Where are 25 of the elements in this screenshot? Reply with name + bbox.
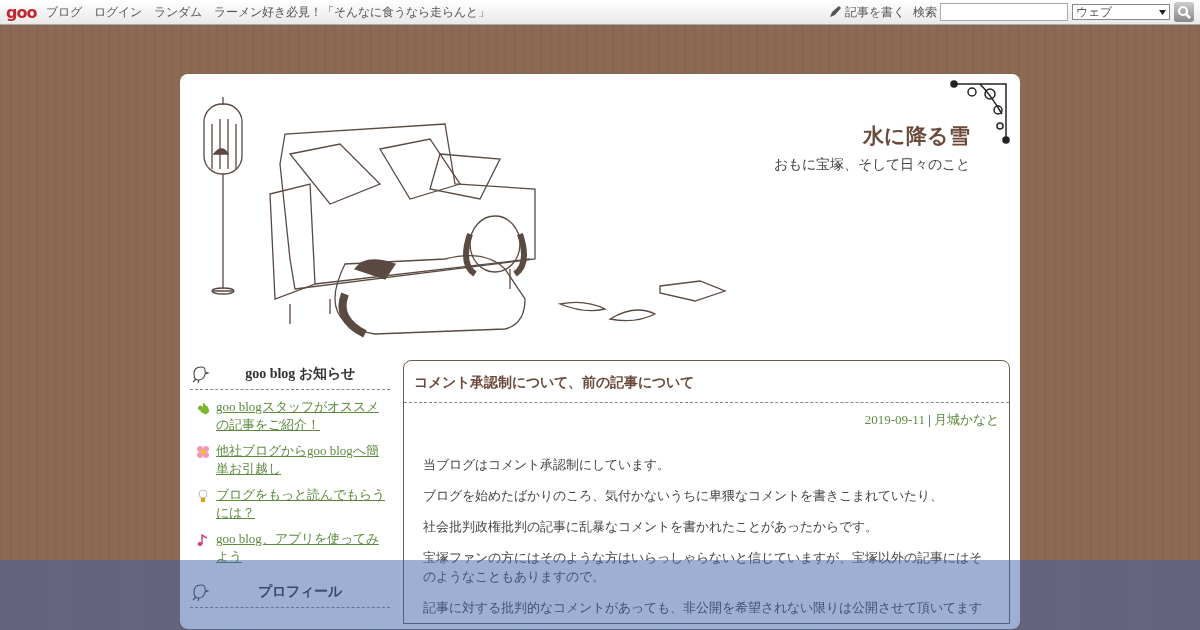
author-link[interactable]: 月城かなと: [934, 412, 999, 427]
separator: |: [927, 412, 932, 427]
notice-link[interactable]: ブログをもっと読んでもらうには？: [216, 486, 390, 522]
nav-link[interactable]: ランダム: [154, 3, 203, 21]
article-paragraph: 記事に対する批判的なコメントがあっても、非公開を希望されない限りは公開させて頂いてます: [423, 599, 983, 617]
article-paragraph: ブログを始めたばかりのころ、気付かないうちに卑猥なコメントを書きこまれていたり、: [423, 487, 944, 505]
post-date[interactable]: 2019-09-11: [864, 412, 925, 427]
nav-link[interactable]: ログイン: [94, 3, 143, 21]
blog-title[interactable]: 水に降る雪: [863, 122, 970, 150]
section-title: プロフィール: [257, 583, 343, 601]
notice-link[interactable]: goo blogスタッフがオススメの記事をご紹介！: [216, 398, 390, 434]
article-paragraph: 当ブログはコメント承認制にしています。: [423, 456, 671, 474]
nav-link[interactable]: ラーメン好き必見！「そんなに食うなら走らんと」: [214, 3, 491, 21]
search-label: 検索: [913, 3, 937, 21]
article-title[interactable]: コメント承認制について、前の記事について: [404, 361, 1009, 403]
notice-link[interactable]: goo blog、アプリを使ってみよう: [216, 530, 390, 566]
blog-subtitle: おもに宝塚、そして日々のこと: [774, 156, 970, 174]
write-post-link[interactable]: 記事を書く: [828, 3, 905, 21]
search-scope-dropdown[interactable]: ウェブ: [1072, 4, 1170, 20]
article-paragraph: 社会批判政権批判の記事に乱暴なコメントを書かれたことがあったからです。: [423, 518, 879, 536]
notice-link[interactable]: 他社ブログからgoo blogへ簡単お引越し: [216, 442, 390, 478]
logo[interactable]: goo: [6, 2, 37, 22]
article-paragraph: 宝塚ファンの方にはそのような方はいらっしゃらないと信じていますが、宝塚以外の記事にはそのようなこともありますので。: [423, 549, 983, 586]
section-title: goo blog お知らせ: [244, 365, 356, 383]
nav-link[interactable]: ブログ: [46, 3, 83, 21]
